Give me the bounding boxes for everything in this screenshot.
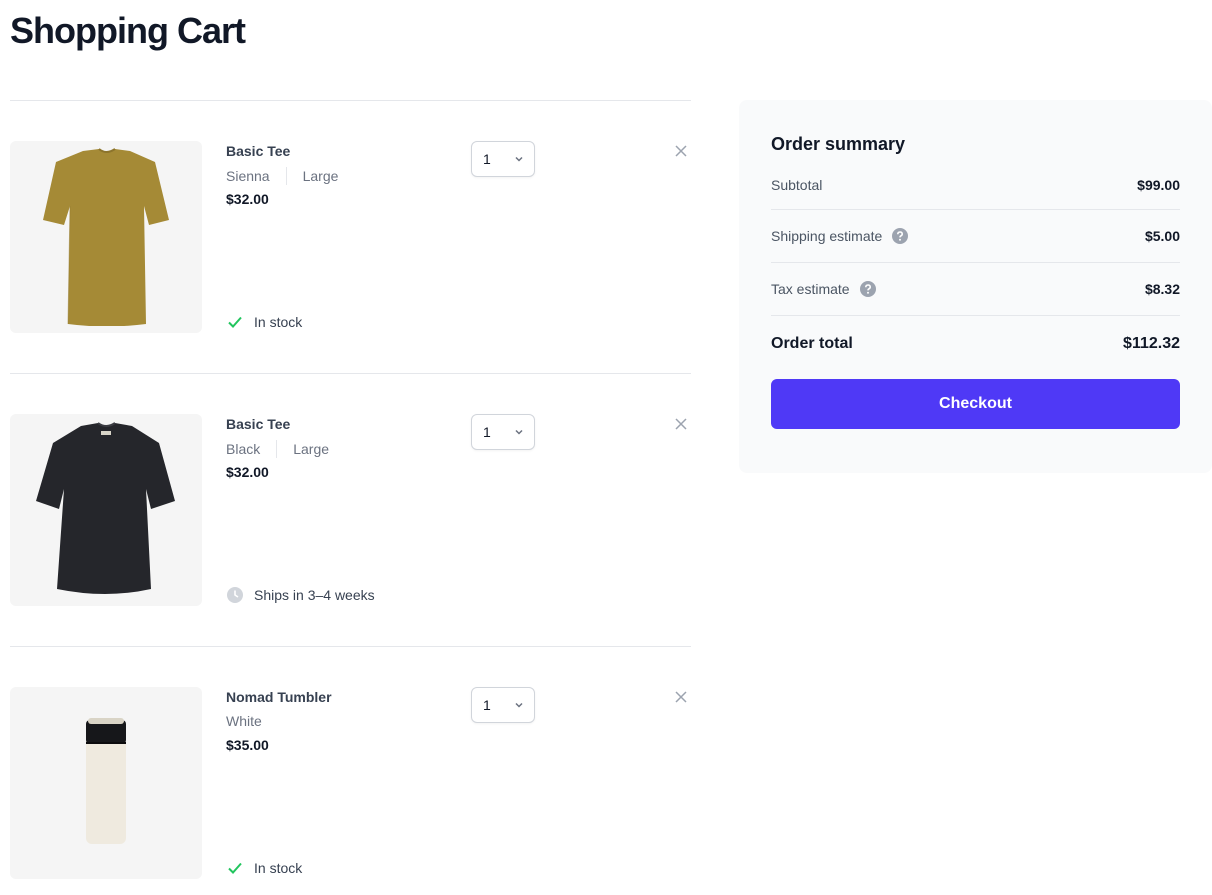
- page-title: Shopping Cart: [10, 10, 246, 51]
- quantity-value: 1: [483, 151, 491, 167]
- remove-item-button[interactable]: [671, 687, 691, 707]
- stock-status: In stock: [226, 313, 302, 331]
- product-name[interactable]: Basic Tee: [226, 143, 290, 159]
- subtotal-row: Subtotal $99.00: [771, 173, 1180, 209]
- order-summary-title: Order summary: [771, 134, 906, 154]
- tshirt-image: [36, 422, 175, 594]
- stock-status: In stock: [226, 859, 302, 877]
- checkout-button[interactable]: Checkout: [771, 379, 1180, 429]
- tax-label: Tax estimate: [771, 281, 850, 297]
- chevron-down-icon: [515, 156, 523, 162]
- question-circle-icon[interactable]: [859, 281, 876, 297]
- shipping-row: Shipping estimate $5.00: [771, 209, 1180, 262]
- order-summary: Order summary Subtotal $99.00 Shipping e…: [739, 100, 1212, 473]
- order-total-value: $112.32: [1123, 334, 1180, 352]
- quantity-select[interactable]: 1: [471, 141, 535, 177]
- check-icon: [228, 862, 242, 874]
- close-icon: [675, 691, 687, 703]
- remove-item-button[interactable]: [671, 141, 691, 161]
- tshirt-image: [43, 148, 169, 326]
- remove-item-button[interactable]: [671, 414, 691, 434]
- product-name[interactable]: Basic Tee: [226, 416, 290, 432]
- subtotal-label: Subtotal: [771, 177, 823, 193]
- product-image: [10, 141, 202, 333]
- subtotal-value: $99.00: [1137, 177, 1180, 193]
- cart-item: Basic Tee Sienna Large $32.00 1 In stock: [10, 100, 691, 373]
- clock-icon: [227, 587, 243, 603]
- product-price: $32.00: [226, 191, 269, 207]
- chevron-down-icon: [515, 702, 523, 708]
- product-color: Sienna: [226, 168, 270, 184]
- attribute-divider: [285, 167, 287, 185]
- stock-text: In stock: [254, 860, 303, 876]
- product-name[interactable]: Nomad Tumbler: [226, 689, 332, 705]
- shipping-value: $5.00: [1144, 228, 1180, 244]
- cart-item: Nomad Tumbler White $35.00 1 In stock: [10, 646, 691, 895]
- order-total-label: Order total: [771, 334, 853, 352]
- cart-list: Basic Tee Sienna Large $32.00 1 In stock: [10, 100, 691, 895]
- chevron-down-icon: [515, 429, 523, 435]
- close-icon: [675, 145, 687, 157]
- attribute-divider: [276, 440, 278, 458]
- quantity-value: 1: [483, 424, 491, 440]
- product-color: White: [226, 713, 262, 729]
- stock-text: Ships in 3–4 weeks: [254, 587, 375, 603]
- stock-text: In stock: [254, 314, 303, 330]
- shipping-label-group: Shipping estimate: [771, 228, 909, 244]
- quantity-select[interactable]: 1: [471, 687, 535, 723]
- tumbler-image: [86, 718, 126, 844]
- summary-rows: Subtotal $99.00 Shipping estimate $5.00 …: [771, 173, 1180, 371]
- question-circle-icon[interactable]: [892, 228, 909, 244]
- quantity-select[interactable]: 1: [471, 414, 535, 450]
- tax-row: Tax estimate $8.32: [771, 262, 1180, 315]
- product-attributes: White: [226, 713, 262, 729]
- tax-label-group: Tax estimate: [771, 281, 876, 297]
- stock-status: Ships in 3–4 weeks: [226, 586, 375, 604]
- product-price: $35.00: [226, 737, 269, 753]
- product-attributes: Sienna Large: [226, 167, 338, 185]
- quantity-value: 1: [483, 697, 491, 713]
- product-attributes: Black Large: [226, 440, 329, 458]
- product-image: [10, 687, 202, 879]
- product-color: Black: [226, 441, 261, 457]
- product-image: [10, 414, 202, 606]
- tax-value: $8.32: [1144, 281, 1180, 297]
- cart-item: Basic Tee Black Large $32.00 1 Ships in …: [10, 373, 691, 646]
- product-price: $32.00: [226, 464, 269, 480]
- close-icon: [675, 418, 687, 430]
- check-icon: [228, 316, 242, 328]
- order-total-row: Order total $112.32: [771, 315, 1180, 371]
- product-size: Large: [302, 168, 339, 184]
- shipping-label: Shipping estimate: [771, 228, 883, 244]
- product-size: Large: [293, 441, 330, 457]
